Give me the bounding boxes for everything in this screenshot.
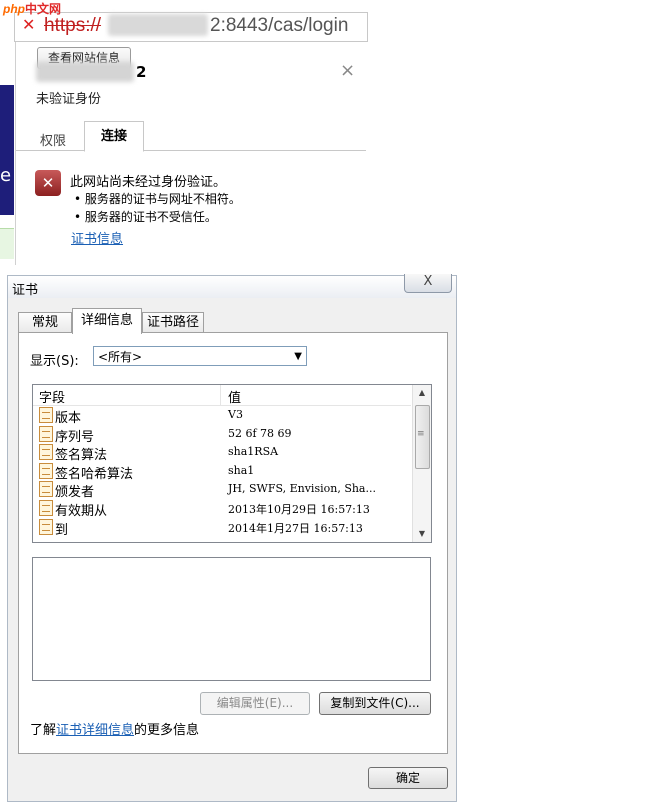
list-item[interactable]: 序列号 52 6f 78 69 bbox=[33, 425, 411, 445]
certificate-field-icon bbox=[39, 462, 53, 479]
certificate-field-icon bbox=[39, 518, 53, 535]
list-item[interactable]: 到 2014年1月27日 16:57:13 bbox=[33, 518, 411, 538]
certificate-field-icon bbox=[39, 444, 53, 461]
field-value: sha1 bbox=[228, 463, 255, 477]
vertical-scrollbar[interactable]: ▲ ≡ ▼ bbox=[412, 385, 431, 542]
url-path: 2:8443/cas/login bbox=[210, 15, 349, 36]
redacted-host bbox=[108, 14, 208, 36]
certificate-field-icon bbox=[39, 407, 53, 423]
tab-details[interactable]: 详细信息 bbox=[72, 308, 142, 334]
certificate-error-icon: ✕ bbox=[35, 170, 61, 196]
tab-connection[interactable]: 连接 bbox=[84, 121, 144, 152]
redacted-hostname bbox=[36, 62, 134, 82]
popup-tab-bar bbox=[16, 122, 366, 151]
learn-more-suffix: 的更多信息 bbox=[134, 723, 200, 738]
certificate-field-icon bbox=[39, 481, 53, 498]
field-value: JH, SWFS, Envision, Sha... bbox=[228, 482, 376, 496]
tab-certification-path[interactable]: 证书路径 bbox=[142, 312, 204, 333]
field-name: 到 bbox=[55, 522, 69, 538]
field-value: 2013年10月29日 16:57:13 bbox=[228, 502, 370, 516]
watermark-logo: php中文网 bbox=[3, 0, 61, 17]
insecure-lock-icon[interactable]: ✕ bbox=[22, 16, 40, 34]
column-header-value[interactable]: 值 bbox=[228, 387, 241, 406]
close-icon[interactable]: × bbox=[340, 60, 355, 81]
field-name: 有效期从 bbox=[55, 503, 108, 519]
learn-more-prefix: 了解 bbox=[30, 723, 57, 738]
list-header: 字段 值 bbox=[33, 385, 411, 406]
learn-more-text: 了解证书详细信息的更多信息 bbox=[30, 719, 199, 738]
field-name: 颁发者 bbox=[55, 485, 95, 501]
list-item[interactable]: 有效期从 2013年10月29日 16:57:13 bbox=[33, 499, 411, 519]
url-scheme: https:// bbox=[44, 15, 102, 36]
list-item[interactable]: 颁发者 JH, SWFS, Envision, Sha... bbox=[33, 480, 411, 501]
field-name: 版本 bbox=[55, 411, 82, 426]
certificate-info-link[interactable]: 证书信息 bbox=[71, 228, 123, 247]
field-value: 52 6f 78 69 bbox=[228, 426, 292, 440]
page-background-blue: e bbox=[0, 85, 14, 215]
hostname-suffix: 2 bbox=[136, 63, 147, 81]
logo-part-php: php bbox=[3, 2, 25, 16]
site-info-popup: e ✕ https:// 2:8443/cas/login php中文网 查看网… bbox=[0, 0, 370, 265]
logo-part-cn: 中文网 bbox=[25, 2, 62, 16]
show-label: 显示(S): bbox=[30, 354, 79, 369]
certificate-field-icon bbox=[39, 425, 53, 442]
field-name: 签名算法 bbox=[55, 448, 108, 464]
scroll-up-icon[interactable]: ▲ bbox=[413, 385, 431, 401]
list-item[interactable]: 版本 V3 bbox=[33, 406, 411, 426]
edit-properties-button[interactable]: 编辑属性(E)... bbox=[200, 692, 310, 715]
tab-permissions[interactable]: 权限 bbox=[40, 130, 66, 149]
field-name: 签名哈希算法 bbox=[55, 466, 134, 482]
list-item[interactable]: 签名哈希算法 sha1 bbox=[33, 462, 411, 482]
show-filter-select[interactable]: <所有> ▼ bbox=[93, 346, 307, 366]
identity-status: 未验证身份 bbox=[36, 92, 102, 107]
warning-title: 此网站尚未经过身份验证。 bbox=[70, 175, 227, 190]
list-rows: 版本 V3 序列号 52 6f 78 69 签名算法 sha1RSA 签名哈希算法 sh… bbox=[33, 406, 411, 538]
field-name: 序列号 bbox=[55, 429, 95, 445]
field-value: sha1RSA bbox=[228, 445, 279, 459]
column-divider[interactable] bbox=[220, 385, 221, 405]
dialog-titlebar bbox=[8, 276, 456, 298]
close-icon[interactable]: X bbox=[404, 274, 452, 293]
page-background-green bbox=[0, 228, 14, 259]
certificate-fields-list[interactable]: 字段 值 版本 V3 序列号 52 6f 78 69 签名算法 sha1RSA 签名哈… bbox=[32, 384, 432, 543]
scroll-down-icon[interactable]: ▼ bbox=[413, 526, 431, 542]
certificate-details-link[interactable]: 证书详细信息 bbox=[56, 723, 134, 738]
dialog-title: 证书 bbox=[12, 283, 39, 298]
field-value-detail[interactable] bbox=[32, 557, 431, 681]
warning-item: • 服务器的证书不受信任。 bbox=[74, 210, 217, 224]
column-header-field[interactable]: 字段 bbox=[39, 387, 65, 406]
certificate-field-icon bbox=[39, 499, 53, 516]
certificate-dialog: 证书 X 常规 详细信息 证书路径 显示(S): <所有> ▼ 字段 值 版本 V… bbox=[7, 274, 457, 802]
list-item[interactable]: 签名算法 sha1RSA bbox=[33, 443, 411, 464]
warning-item: • 服务器的证书与网址不相符。 bbox=[74, 192, 241, 206]
grip-icon: ≡ bbox=[417, 429, 425, 439]
copy-to-file-button[interactable]: 复制到文件(C)... bbox=[319, 692, 431, 715]
field-value: V3 bbox=[228, 408, 243, 421]
tab-general[interactable]: 常规 bbox=[18, 312, 72, 333]
field-value: 2014年1月27日 16:57:13 bbox=[228, 521, 363, 535]
ok-button[interactable]: 确定 bbox=[368, 767, 448, 789]
page-background-letter: e bbox=[0, 165, 12, 186]
show-filter-value: <所有> bbox=[98, 350, 143, 364]
chevron-down-icon: ▼ bbox=[294, 351, 302, 362]
